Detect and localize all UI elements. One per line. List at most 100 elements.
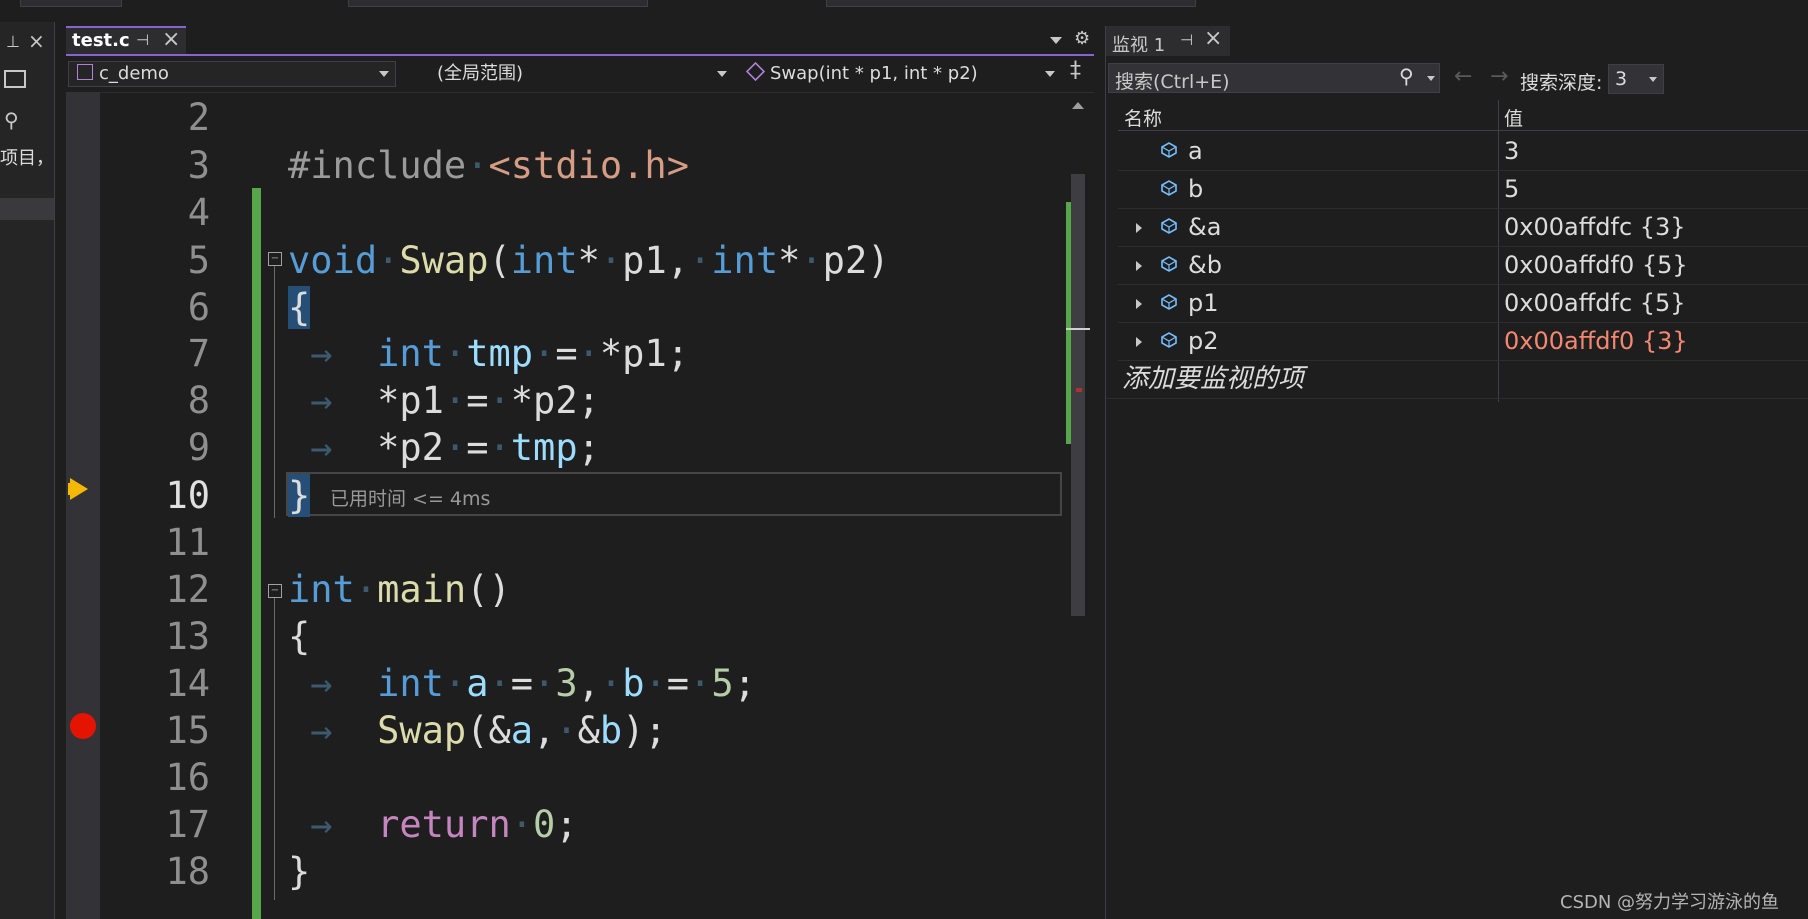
code-line: 13 { [0,613,1028,660]
watch-name: p2 [1188,327,1219,355]
code-text: { [288,286,311,329]
tab-title: test.c [72,30,130,51]
watch-name: p1 [1188,289,1219,317]
scrollbar-thumb[interactable] [1071,174,1085,616]
project-icon [77,64,93,80]
watch-row[interactable]: b 5 [1118,170,1808,209]
close-icon[interactable]: × [28,29,45,53]
chevron-down-icon [379,71,389,77]
watch-tab[interactable]: 监视 1 ⊣ × [1106,26,1230,56]
watermark: CSDN @努力学习游泳的鱼 [1560,892,1780,913]
line-number: 4 [187,191,210,234]
expand-arrow-icon[interactable] [1136,337,1142,347]
watch-value[interactable]: 0x00affdfc {3} [1504,208,1686,246]
chevron-down-icon [1045,71,1055,77]
vertical-scrollbar[interactable] [1066,96,1090,919]
collapse-all-icon[interactable] [4,70,26,88]
expand-arrow-icon[interactable] [1136,299,1142,309]
close-icon[interactable]: × [1204,26,1222,51]
watch-row[interactable]: p2 0x00affdf0 {3} [1118,322,1808,361]
line-number: 8 [187,379,210,422]
scope-dropdown[interactable]: (全局范围) [404,61,734,87]
watch-row[interactable]: &b 0x00affdf0 {5} [1118,246,1808,285]
watch-add-item[interactable]: 添加要监视的项 [1122,360,1304,398]
side-panel-header: ⊥ × [6,29,46,53]
code-line: 18 } [0,848,1028,895]
code-text: → *p1·=·*p2; [288,379,600,422]
watch-value[interactable]: 0x00affdf0 {5} [1504,246,1688,284]
watch-value[interactable]: 3 [1504,132,1519,170]
function-dropdown[interactable]: Swap(int * p1, int * p2) [738,61,1062,87]
variable-icon [1161,218,1177,234]
column-header-value[interactable]: 值 [1504,104,1523,131]
code-line: 12 int·main() [0,566,1028,613]
variable-icon [1161,294,1177,310]
search-depth-dropdown[interactable]: 3 [1608,64,1664,94]
line-number: 18 [165,850,210,893]
code-text: → return·0; [288,803,578,846]
back-arrow-icon[interactable]: ← [1454,64,1472,89]
watch-value-changed[interactable]: 0x00affdf0 {3} [1504,322,1688,360]
watch-row[interactable]: &a 0x00affdfc {3} [1118,208,1808,247]
editor-navigation-bar: c_demo (全局范围) Swap(int * p1, int * p2) ‡ [66,58,1094,93]
code-text: int·main() [288,568,511,611]
code-line: 6 { [0,284,1028,331]
watch-search-box[interactable]: 搜索(Ctrl+E) ⚲ [1108,63,1440,93]
code-line: 17 → return·0; [0,801,1028,848]
pin-icon[interactable]: ⊣ [1180,31,1193,49]
code-text: { [288,615,311,658]
line-number: 15 [165,709,210,752]
variable-icon [1161,180,1177,196]
pin-icon[interactable]: ⊣ [136,31,149,49]
expand-arrow-icon[interactable] [1136,223,1142,233]
watch-search-placeholder: 搜索(Ctrl+E) [1115,71,1230,93]
toolbar-combo-2[interactable] [348,0,648,7]
scope-label: (全局范围) [437,63,524,84]
expand-arrow-icon[interactable] [1136,261,1142,271]
column-header-name[interactable]: 名称 [1124,104,1162,131]
line-number: 14 [165,662,210,705]
scroll-up-icon[interactable] [1072,102,1084,109]
code-line: 5 void·Swap(int*·p1,·int*·p2) [0,237,1028,284]
watch-add-item-row[interactable]: 添加要监视的项 [1106,360,1808,399]
pin-icon[interactable]: ⊥ [6,32,20,51]
code-area[interactable]: 2 3 #include·<stdio.h> 4 5 void·Swap(int… [0,92,1080,919]
line-number: 3 [187,144,210,187]
watch-name: &b [1188,251,1222,279]
search-icon[interactable]: ⚲ [1399,64,1414,88]
watch-name: b [1188,175,1204,203]
code-text: void·Swap(int*·p1,·int*·p2) [288,239,890,282]
code-line: 7 → int·tmp·=·*p1; [0,330,1028,377]
code-text: #include·<stdio.h> [288,144,689,187]
watch-row[interactable]: a 3 [1118,132,1808,171]
watch-row[interactable]: p1 0x00affdfc {5} [1118,284,1808,323]
line-number: 13 [165,615,210,658]
line-number: 16 [165,756,210,799]
chevron-down-icon[interactable] [1427,76,1435,81]
watch-value[interactable]: 0x00affdfc {5} [1504,284,1686,322]
watch-value[interactable]: 5 [1504,170,1519,208]
code-line: 3 #include·<stdio.h> [0,142,1028,189]
line-number: 12 [165,568,210,611]
code-line: 14 → int·a·=·3,·b·=·5; [0,660,1028,707]
search-depth-value: 3 [1615,68,1628,90]
close-icon[interactable]: × [162,27,180,52]
project-dropdown[interactable]: c_demo [68,61,396,87]
code-text: → int·tmp·=·*p1; [288,332,689,375]
tab-test-c[interactable]: test.c ⊣ × [66,26,186,54]
function-icon [745,61,766,82]
search-depth-label: 搜索深度: [1520,72,1603,94]
line-number: 5 [187,239,210,282]
forward-arrow-icon[interactable]: → [1490,64,1508,89]
toolbar-combo-3[interactable] [826,0,1196,7]
split-icon[interactable]: ‡ [1070,58,1081,83]
tab-overflow-chevron-icon[interactable] [1050,37,1062,44]
chevron-down-icon [1649,77,1657,82]
code-line: 8 → *p1·=·*p2; [0,377,1028,424]
column-divider[interactable] [1498,100,1499,130]
scroll-map-change-bar [1066,202,1071,444]
toolbar-combo-1[interactable] [20,0,122,7]
code-line: 10 } [0,472,1028,519]
gear-icon[interactable]: ⚙ [1074,28,1090,49]
code-text: } [288,474,311,517]
